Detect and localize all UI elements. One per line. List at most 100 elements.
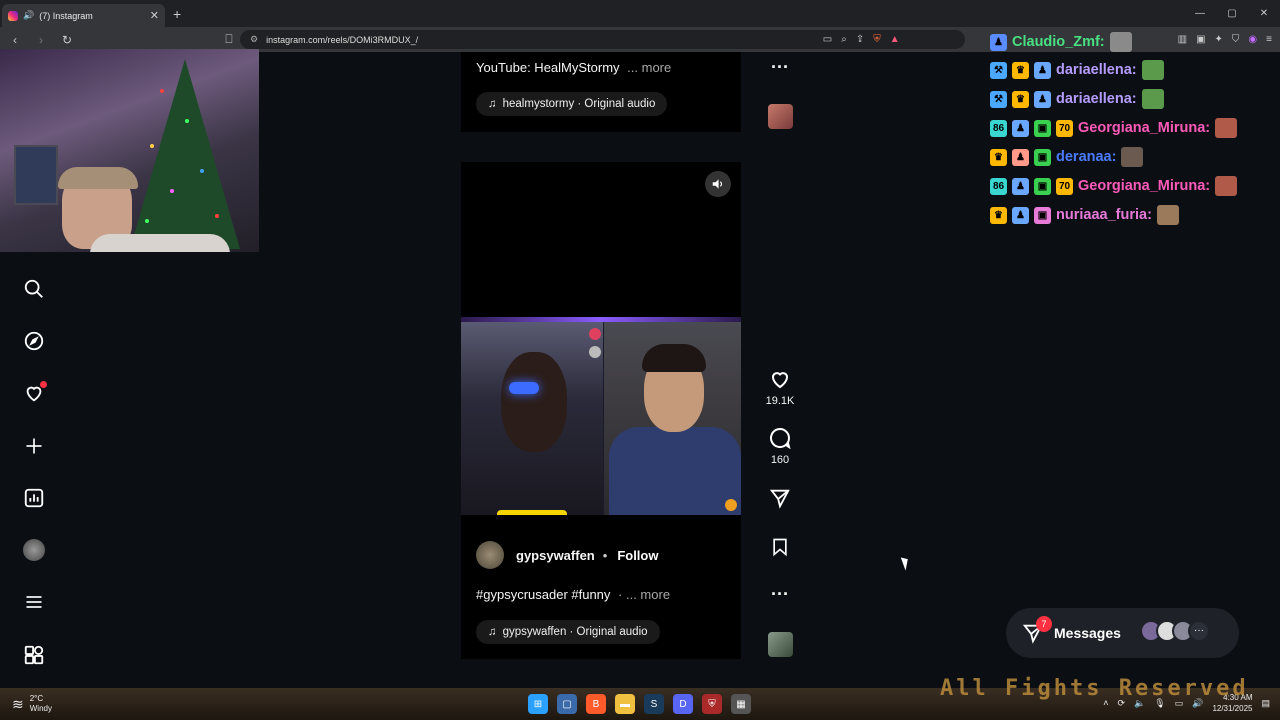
minimize-button[interactable]: — <box>1184 0 1216 27</box>
task-view-icon[interactable]: ▢ <box>557 694 577 714</box>
search-icon[interactable] <box>22 277 46 301</box>
maximize-button[interactable]: ▢ <box>1216 0 1248 27</box>
close-tab-icon[interactable]: ✕ <box>150 9 159 22</box>
share-icon[interactable]: ⇪ <box>856 34 864 45</box>
more-options-icon[interactable]: ··· <box>760 584 800 605</box>
explore-icon[interactable] <box>22 329 46 353</box>
audio-thumbnail[interactable] <box>768 632 793 657</box>
leo-icon[interactable]: ◉ <box>1248 34 1257 45</box>
notifications-heart-icon[interactable] <box>22 381 47 405</box>
rewards-icon[interactable]: ▲ <box>890 34 900 45</box>
sidebar-icon[interactable]: ▥ <box>1178 34 1187 45</box>
create-icon[interactable] <box>22 434 46 458</box>
back-icon[interactable]: ‹ <box>8 33 22 47</box>
site-info-icon[interactable]: ⚙ <box>250 34 258 45</box>
file-explorer-icon[interactable]: ▬ <box>615 694 635 714</box>
messages-badge: 7 <box>1036 616 1052 632</box>
caption-text: #gypsycrusader #funny <box>476 587 611 602</box>
previous-reel: YouTube: HealMyStormy ... more ♫ healmys… <box>461 52 741 132</box>
crown-badge-icon: ♛ <box>990 148 1007 166</box>
steam-icon[interactable]: S <box>644 694 664 714</box>
more-menu-icon[interactable] <box>22 590 46 614</box>
more-link[interactable]: · ... more <box>618 587 670 602</box>
frog-emote-icon <box>1141 60 1164 80</box>
heart-icon <box>768 367 792 391</box>
author-avatar[interactable] <box>476 541 504 569</box>
previous-reel-audio[interactable]: ♫ healmystormy · Original audio <box>476 92 668 116</box>
chat-line: ♛ ♟ ▣ nuriaaa_furia: <box>990 204 1179 226</box>
video-right-panel <box>604 322 741 515</box>
chat-line: 86 ♟ ▣ 70 Georgiana_Miruna: <box>990 117 1238 139</box>
zoom-icon[interactable]: ⌕ <box>841 34 847 45</box>
like-count: 19.1K <box>765 395 795 407</box>
cast-icon[interactable]: ▭ <box>823 34 832 45</box>
wall-art <box>14 145 58 205</box>
vpn-icon[interactable]: ⛉ <box>1232 34 1240 45</box>
hammer-badge-icon: ⚒ <box>990 90 1007 108</box>
extensions-icon[interactable]: ✦ <box>1215 34 1223 45</box>
mute-toggle-button[interactable] <box>705 171 731 197</box>
wallet-icon[interactable]: ▣ <box>1196 34 1205 45</box>
previous-reel-caption: YouTube: HealMyStormy ... more <box>476 60 671 75</box>
reel-video-blank[interactable] <box>461 162 741 312</box>
moderator-icon: ♟ <box>1012 119 1029 137</box>
bookmark-icon[interactable]: ⎕ <box>222 32 236 47</box>
gift-badge-icon: ▣ <box>1034 148 1051 166</box>
separator: • <box>602 547 608 563</box>
emote-image <box>1121 147 1144 167</box>
dashboard-icon[interactable] <box>22 486 46 510</box>
coin-icon <box>725 499 737 511</box>
close-window-button[interactable]: ✕ <box>1248 0 1280 27</box>
audio-label: healmystormy · Original audio <box>502 98 656 110</box>
gift-badge-icon: ▣ <box>1034 206 1051 224</box>
emote-image <box>1215 176 1238 196</box>
like-button[interactable]: 19.1K <box>760 367 800 407</box>
speaker-icon[interactable]: 🔊 <box>23 10 34 21</box>
brave-icon[interactable]: B <box>586 694 606 714</box>
apps-grid-icon[interactable] <box>22 643 46 667</box>
caption-text: YouTube: HealMyStormy <box>476 60 620 75</box>
messages-button[interactable]: 7 Messages ··· <box>1006 608 1239 658</box>
discord-icon[interactable]: D <box>673 694 693 714</box>
subscriber-badge-icon: 70 <box>1056 119 1073 137</box>
hammer-badge-icon: ⚒ <box>990 61 1007 79</box>
previous-audio-thumbnail[interactable] <box>768 104 793 129</box>
shirt <box>90 234 230 252</box>
app-icon[interactable]: ▦ <box>731 694 751 714</box>
chat-username: Georgiana_Miruna: <box>1078 178 1211 194</box>
send-icon <box>768 486 792 510</box>
author-name[interactable]: gypsywaffen <box>516 548 595 563</box>
forward-icon[interactable]: › <box>34 33 48 47</box>
follow-button[interactable]: Follow <box>617 548 658 563</box>
moderator-icon: ♟ <box>990 33 1007 51</box>
new-tab-button[interactable]: + <box>173 6 181 22</box>
emote-image <box>1156 205 1179 225</box>
more-dots-icon: ··· <box>1188 620 1210 642</box>
weather-widget[interactable]: ≋ 2°C Windy <box>12 694 52 714</box>
reload-icon[interactable]: ↻ <box>60 33 74 47</box>
menu-icon[interactable]: ≡ <box>1266 34 1272 45</box>
comment-button[interactable]: 160 <box>760 426 800 466</box>
brave-shield-icon[interactable]: ⛨ <box>873 34 881 45</box>
notification-dot <box>40 381 47 388</box>
chat-username: dariaellena: <box>1056 91 1137 107</box>
frog-emote-icon <box>1141 89 1164 109</box>
tab-instagram[interactable]: 🔊 (7) Instagram ✕ <box>2 4 165 27</box>
previous-more-options-icon[interactable]: ··· <box>760 57 800 78</box>
save-button[interactable] <box>760 535 800 559</box>
more-link[interactable]: ... more <box>627 60 671 75</box>
windows-start-icon[interactable]: ⊞ <box>528 694 548 714</box>
notification-icon[interactable]: ▤ <box>1261 698 1270 709</box>
current-reel-audio[interactable]: ♫ gypsywaffen · Original audio <box>476 620 660 644</box>
reel-video[interactable] <box>461 317 741 515</box>
emote-image <box>1215 118 1238 138</box>
shield-app-icon[interactable]: ⛨ <box>702 694 722 714</box>
music-note-icon: ♫ <box>488 626 497 638</box>
taskbar-apps: ⊞ ▢ B ▬ S D ⛨ ▦ <box>528 694 751 714</box>
date: 12/31/2025 <box>1212 704 1253 713</box>
crown-badge-icon: ♛ <box>1012 61 1029 79</box>
moderator-icon: ♟ <box>1012 206 1029 224</box>
profile-avatar[interactable] <box>22 538 46 562</box>
comment-icon <box>768 426 792 450</box>
share-button[interactable] <box>760 486 800 510</box>
